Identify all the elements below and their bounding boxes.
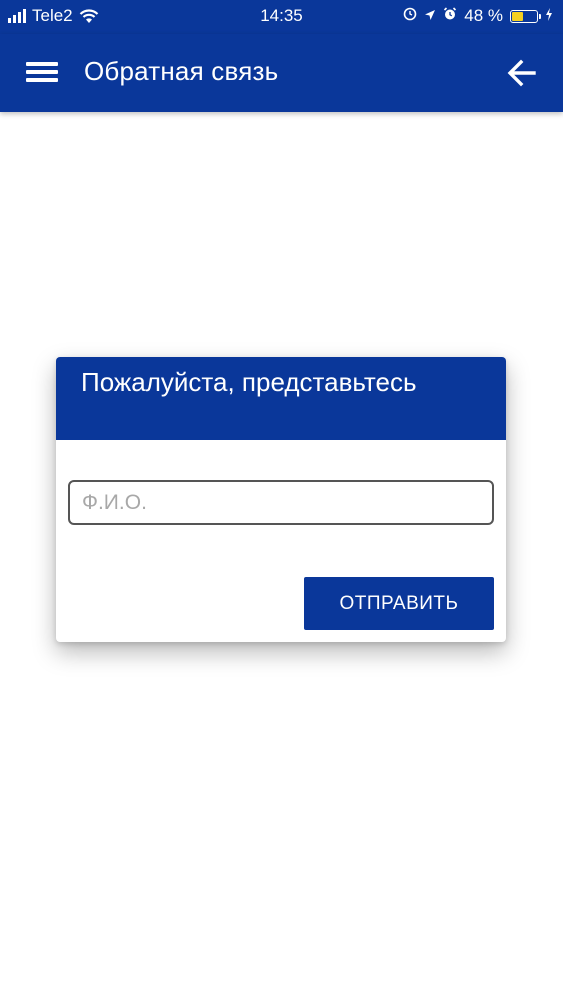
dialog-title: Пожалуйста, представьтесь xyxy=(81,367,417,397)
app-bar: Обратная связь xyxy=(0,34,563,112)
page-title: Обратная связь xyxy=(84,56,279,86)
feedback-screen: Tele2 14:35 48 % Обратная связь Пожалуйс… xyxy=(0,0,563,1000)
screen-lock-icon xyxy=(403,6,417,26)
charging-icon xyxy=(545,6,553,26)
full-name-input[interactable] xyxy=(68,480,494,525)
alarm-icon xyxy=(443,6,457,26)
battery-percent: 48 % xyxy=(464,6,503,25)
battery-icon xyxy=(510,9,541,23)
submit-button[interactable]: ОТПРАВИТЬ xyxy=(304,577,494,630)
status-right: 48 % xyxy=(403,6,553,26)
location-icon xyxy=(424,6,436,26)
introduce-dialog: Пожалуйста, представьтесь ОТПРАВИТЬ xyxy=(56,357,506,642)
battery-level xyxy=(512,11,523,21)
dialog-header: Пожалуйста, представьтесь xyxy=(56,357,506,440)
hamburger-menu-icon[interactable] xyxy=(26,59,58,85)
status-bar: Tele2 14:35 48 % xyxy=(0,0,563,34)
arrow-left-icon[interactable] xyxy=(507,58,537,88)
